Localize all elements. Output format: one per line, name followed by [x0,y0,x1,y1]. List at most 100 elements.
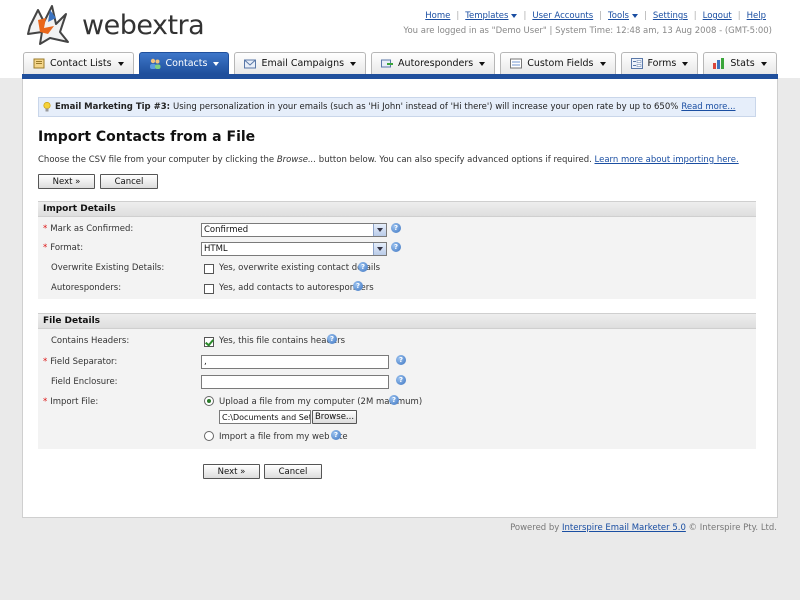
field-separator-row: * Field Separator: , ? [38,353,756,373]
tab-email-campaigns[interactable]: Email Campaigns [234,52,367,74]
mark-confirmed-row: * Mark as Confirmed: Confirmed ? [38,220,756,240]
file-details-section: File Details Contains Headers: Yes, this… [38,313,756,449]
cancel-button-bottom[interactable]: Cancel [264,464,322,479]
autoresponder-icon [381,58,396,69]
import-from-website-label[interactable]: Import a file from my web site [219,432,348,442]
autoresponders-checkbox[interactable] [204,284,214,294]
tab-label: Autoresponders [398,58,474,69]
overwrite-option-label[interactable]: Yes, overwrite existing contact details [219,263,380,273]
help-icon[interactable]: ? [391,223,401,233]
contains-headers-row: Contains Headers: Yes, this file contain… [51,334,346,347]
tab-label: Contact Lists [50,58,112,69]
chevron-down-icon [760,61,767,66]
tip-read-more-link[interactable]: Read more... [681,102,735,112]
help-icon[interactable]: ? [389,395,399,405]
footer: Powered by Interspire Email Marketer 5.0… [510,523,777,533]
contacts-icon [149,58,161,69]
brand-logo[interactable]: webextra [26,4,206,46]
required-marker: * [43,224,48,234]
tip-title: Email Marketing Tip #3: [55,102,171,112]
next-button-bottom[interactable]: Next » [203,464,260,479]
tab-label: Forms [647,58,677,69]
stats-icon [713,58,725,69]
top-link-help[interactable]: Help [747,11,766,21]
field-enclosure-input[interactable] [201,375,389,389]
top-link-tools[interactable]: Tools [608,11,629,21]
top-link-templates[interactable]: Templates [465,11,508,21]
section-heading: Import Details [38,201,756,217]
help-icon[interactable]: ? [327,334,337,344]
help-icon[interactable]: ? [396,355,406,365]
tab-forms[interactable]: Forms [620,52,699,74]
file-path-input[interactable]: C:\Documents and Settings [219,410,311,424]
main-tabs: Contact Lists Contacts Email Campaigns A… [23,52,782,74]
forms-icon [630,58,643,69]
format-select[interactable]: HTML [201,242,387,256]
help-icon[interactable]: ? [331,430,341,440]
page-title: Import Contacts from a File [38,129,256,145]
chevron-down-icon [632,14,638,18]
required-marker: * [43,357,48,367]
next-button-top[interactable]: Next » [38,174,95,189]
overwrite-checkbox[interactable] [204,264,214,274]
overwrite-row: Overwrite Existing Details: Yes, overwri… [51,262,381,274]
format-row: * Format: HTML ? [38,239,756,259]
required-marker: * [43,397,48,407]
autoresponders-row: Autoresponders: Yes, add contacts to aut… [51,281,374,294]
login-info: You are logged in as "Demo User" | Syste… [403,26,772,36]
tip-text: Using personalization in your emails (su… [173,102,679,112]
mark-confirmed-select[interactable]: Confirmed [201,223,387,237]
tab-label: Contacts [165,58,208,69]
chevron-down-icon [213,61,220,66]
section-heading: File Details [38,313,756,329]
help-icon[interactable]: ? [391,242,401,252]
upload-from-computer-radio[interactable] [204,396,214,406]
custom-fields-icon [510,58,523,69]
contains-headers-checkbox[interactable] [204,337,214,347]
chevron-down-icon [479,61,486,66]
tip-banner: Email Marketing Tip #3: Using personaliz… [38,97,756,117]
contact-lists-icon [33,58,45,69]
chevron-down-icon [117,61,124,66]
tab-stats[interactable]: Stats [703,52,777,74]
import-details-section: Import Details * Mark as Confirmed: Confi… [38,201,756,299]
tab-custom-fields[interactable]: Custom Fields [500,52,616,74]
top-links: Home | Templates | User Accounts | Tools | Setti… [425,11,766,21]
tab-contacts[interactable]: Contacts [138,52,230,74]
field-enclosure-row: Field Enclosure: ? [38,373,756,393]
import-file-row: * Import File: Upload a file from my comp… [43,395,423,442]
tab-autoresponders[interactable]: Autoresponders [371,52,496,74]
logo-mark-icon [27,5,69,45]
chevron-down-icon [373,243,386,255]
field-separator-input[interactable]: , [201,355,389,369]
lightbulb-icon [43,101,51,112]
required-marker: * [43,243,48,253]
brand-name: webextra [82,10,205,41]
help-icon[interactable]: ? [358,262,368,272]
envelope-icon [244,58,257,69]
learn-more-import-link[interactable]: Learn more about importing here. [595,155,739,165]
autoresponders-option-label[interactable]: Yes, add contacts to autoresponders [219,283,374,293]
tab-label: Email Campaigns [261,58,345,69]
top-link-settings[interactable]: Settings [653,11,688,21]
top-link-logout[interactable]: Logout [703,11,732,21]
chevron-down-icon [373,224,386,236]
chevron-down-icon [599,61,606,66]
help-icon[interactable]: ? [353,281,363,291]
main-panel: Email Marketing Tip #3: Using personaliz… [22,79,778,518]
tab-contact-lists[interactable]: Contact Lists [23,52,134,74]
cancel-button-top[interactable]: Cancel [100,174,158,189]
help-icon[interactable]: ? [396,375,406,385]
tab-label: Custom Fields [527,58,594,69]
footer-product-link[interactable]: Interspire Email Marketer 5.0 [562,523,686,533]
import-from-website-radio[interactable] [204,431,214,441]
chevron-down-icon [511,14,518,18]
page-intro: Choose the CSV file from your computer b… [38,155,739,165]
top-link-home[interactable]: Home [425,11,450,21]
chevron-down-icon [350,61,357,66]
top-link-user-accounts[interactable]: User Accounts [532,11,593,21]
tab-label: Stats [730,58,755,69]
browse-button[interactable]: Browse... [312,410,357,424]
chevron-down-icon [682,61,689,66]
header: webextra Home | Templates | User Accounts | To… [0,0,800,78]
